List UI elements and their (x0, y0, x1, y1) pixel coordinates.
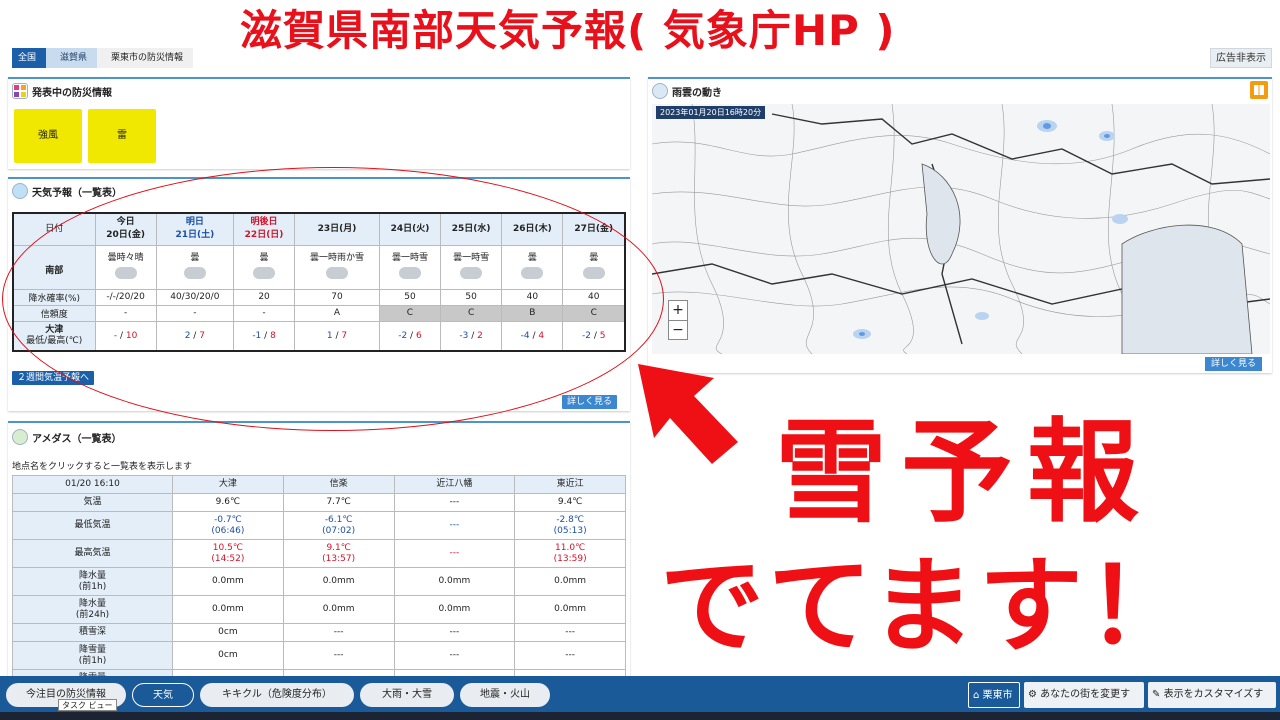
amedas-value-cell: 0.0mm (393, 595, 516, 624)
amedas-row-label: 降水量 (前1h) (12, 567, 173, 596)
screenshot-root: 滋賀県南部天気予報( 気象庁HP ) 全国 滋賀県 栗東市の防災情報 広告非表示… (0, 0, 1280, 720)
amedas-value-cell: 11.0℃ (13:59) (514, 539, 626, 568)
amedas-value-cell: -0.7℃ (06:46) (172, 511, 284, 540)
amedas-panel: アメダス（一覧表） 地点名をクリックすると一覧表を表示します 01/20 16:… (8, 421, 630, 683)
radar-map-lines (652, 104, 1270, 354)
annotation-ellipse (2, 167, 664, 431)
amedas-value-cell: 0.0mm (172, 567, 284, 596)
amedas-value-cell: 9.1℃ (13:57) (282, 539, 395, 568)
amedas-value-cell: 0.0mm (514, 567, 626, 596)
home-icon: ⌂ (973, 690, 980, 701)
warning-card-thunder[interactable]: 雷 (88, 109, 156, 163)
amedas-value-cell: -2.8℃ (05:13) (514, 511, 626, 540)
radar-icon (652, 83, 668, 99)
zoom-in-button[interactable]: + (669, 301, 687, 321)
amedas-row-label: 気温 (12, 493, 173, 512)
breadcrumb: 全国 滋賀県 栗東市の防災情報 (12, 48, 194, 68)
forecast-title: 天気予報（一覧表） (32, 187, 122, 199)
amedas-value-cell: --- (393, 493, 516, 512)
amedas-row: 降水量 (前1h) 0.0mm 0.0mm 0.0mm 0.0mm (12, 567, 626, 596)
amedas-table: 01/20 16:10 大津 信楽 近江八幡 東近江 気温 9.6℃ 7.7℃ --- 9.4… (12, 475, 626, 683)
amedas-value-cell: --- (282, 641, 395, 670)
warnings-title: 発表中の防災情報 (32, 87, 112, 99)
banner-title: 滋賀県南部天気予報( 気象庁HP ) (240, 6, 896, 55)
customize-button[interactable]: ✎ 表示をカスタマイズする (1148, 682, 1276, 720)
amedas-value-cell: 0.0mm (172, 595, 284, 624)
wrench-icon: ✎ (1152, 689, 1161, 700)
amedas-row-label: 降水量 (前24h) (12, 595, 173, 624)
breadcrumb-item-prefecture[interactable]: 滋賀県 (46, 48, 98, 68)
radar-title: 雨雲の動き (672, 87, 722, 99)
city-button[interactable]: ⌂ 栗東市 (968, 682, 1020, 708)
radar-panel-header: 雨雲の動き (648, 79, 1272, 103)
legend-book-icon[interactable] (1250, 81, 1268, 99)
breadcrumb-item-city: 栗東市の防災情報 (97, 48, 194, 68)
breadcrumb-item-national[interactable]: 全国 (12, 48, 47, 68)
annotation-issued: でてます！ (660, 545, 1195, 667)
amedas-value-cell: --- (393, 539, 516, 568)
amedas-icon (12, 429, 28, 445)
nav-weather[interactable]: 天気 (132, 683, 194, 707)
weather-globe-icon (12, 183, 28, 199)
amedas-value-cell: --- (393, 511, 516, 540)
amedas-row: 積雪深 0cm --- --- --- (12, 623, 626, 642)
radar-timestamp: 2023年01月20日16時20分 (656, 106, 766, 119)
amedas-value-cell: --- (514, 641, 626, 670)
amedas-timestamp: 01/20 16:10 (12, 475, 173, 494)
amedas-value-cell: --- (393, 623, 516, 642)
warnings-panel: 発表中の防災情報 強風 雷 (8, 77, 630, 169)
amedas-station-header[interactable]: 東近江 (514, 475, 626, 494)
amedas-value-cell: 9.4℃ (514, 493, 626, 512)
nav-heavy-rain-snow[interactable]: 大雨・大雪 (360, 683, 454, 707)
amedas-row: 降雪量 (前1h) 0cm --- --- --- (12, 641, 626, 670)
amedas-value-cell: 0.0mm (393, 567, 516, 596)
amedas-value-cell: 0cm (172, 623, 284, 642)
gear-icon: ⚙ (1028, 689, 1037, 700)
warnings-panel-header: 発表中の防災情報 (8, 79, 630, 103)
bottom-navigation: 今注目の防災情報 天気 キキクル（危険度分布） 大雨・大雪 地震・火山 ⌂ 栗東… (0, 676, 1280, 720)
amedas-value-cell: --- (514, 623, 626, 642)
zoom-out-button[interactable]: − (669, 321, 687, 339)
amedas-value-cell: 0.0mm (282, 595, 395, 624)
amedas-value-cell: 10.5℃ (14:52) (172, 539, 284, 568)
nav-kikikuru[interactable]: キキクル（危険度分布） (200, 683, 354, 707)
amedas-row: 最低気温 -0.7℃ (06:46) -6.1℃ (07:02) --- -2.8℃ (… (12, 511, 626, 540)
amedas-value-cell: 0.0mm (282, 567, 395, 596)
amedas-value-cell: 0cm (172, 641, 284, 670)
amedas-value-cell: 7.7℃ (282, 493, 395, 512)
amedas-station-header[interactable]: 信楽 (282, 475, 395, 494)
amedas-row-label: 最低気温 (12, 511, 173, 540)
change-city-button[interactable]: ⚙ あなたの街を変更する (1024, 682, 1144, 720)
amedas-row: 降水量 (前24h) 0.0mm 0.0mm 0.0mm 0.0mm (12, 595, 626, 624)
radar-detail-button[interactable]: 詳しく見る (1204, 357, 1262, 371)
warning-grid-icon (12, 83, 28, 99)
annotation-arrow-icon (638, 364, 738, 464)
ad-hide-button[interactable]: 広告非表示 (1210, 48, 1272, 68)
forecast-detail-button[interactable]: 詳しく見る (562, 395, 618, 409)
amedas-instruction: 地点名をクリックすると一覧表を表示します (12, 462, 193, 472)
radar-map[interactable]: 2023年01月20日16時20分 (652, 104, 1270, 354)
amedas-title: アメダス（一覧表） (32, 433, 122, 445)
amedas-value-cell: 0.0mm (514, 595, 626, 624)
amedas-row-label: 降雪量 (前1h) (12, 641, 173, 670)
os-taskbar (0, 712, 1280, 720)
map-zoom-control: + − (668, 300, 688, 340)
amedas-value-cell: 9.6℃ (172, 493, 284, 512)
amedas-value-cell: --- (393, 641, 516, 670)
warning-card-strong-wind[interactable]: 強風 (14, 109, 82, 163)
amedas-station-header[interactable]: 大津 (172, 475, 284, 494)
amedas-station-header[interactable]: 近江八幡 (393, 475, 516, 494)
amedas-value-cell: -6.1℃ (07:02) (282, 511, 395, 540)
annotation-snow-forecast: 雪予報 (775, 408, 1153, 538)
city-button-label: 栗東市 (982, 690, 1013, 701)
taskview-tooltip: タスク ビュー (58, 699, 117, 711)
amedas-row: 気温 9.6℃ 7.7℃ --- 9.4℃ (12, 493, 626, 512)
amedas-row-label: 積雪深 (12, 623, 173, 642)
amedas-row-label: 最高気温 (12, 539, 173, 568)
amedas-value-cell: --- (282, 623, 395, 642)
nav-earthquake-volcano[interactable]: 地震・火山 (460, 683, 550, 707)
amedas-row: 最高気温 10.5℃ (14:52) 9.1℃ (13:57) --- 11.0℃ (1… (12, 539, 626, 568)
